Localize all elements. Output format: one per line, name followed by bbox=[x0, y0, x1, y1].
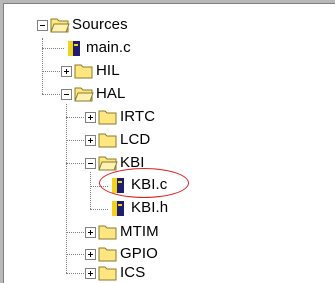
folder-open-icon bbox=[74, 87, 94, 102]
project-tree-panel: Sources main.c HIL HAL IRTC LCD KBI KBI.… bbox=[0, 0, 335, 283]
tree-line bbox=[42, 48, 64, 49]
folder-icon bbox=[74, 64, 93, 79]
tree-line bbox=[66, 104, 67, 273]
tree-node-ics[interactable]: ICS bbox=[120, 264, 145, 282]
lcd-expand-toggle[interactable] bbox=[85, 135, 96, 146]
tree-line bbox=[90, 209, 108, 210]
tree-line bbox=[42, 38, 43, 94]
tree-node-gpio[interactable]: GPIO bbox=[120, 245, 158, 263]
tree-node-kbi-h[interactable]: KBI.h bbox=[131, 199, 168, 217]
hal-collapse-toggle[interactable] bbox=[61, 89, 72, 100]
folder-open-icon bbox=[50, 18, 70, 33]
folder-icon bbox=[98, 225, 117, 240]
sources-collapse-toggle[interactable] bbox=[37, 20, 48, 31]
tree-node-lcd[interactable]: LCD bbox=[120, 131, 150, 149]
folder-icon bbox=[98, 266, 117, 281]
tree-line bbox=[90, 172, 91, 209]
mtim-expand-toggle[interactable] bbox=[85, 227, 96, 238]
tree-node-hal[interactable]: HAL bbox=[96, 85, 125, 103]
folder-open-icon bbox=[98, 156, 118, 171]
folder-icon bbox=[98, 110, 117, 125]
gpio-expand-toggle[interactable] bbox=[85, 249, 96, 260]
tree-node-main-c[interactable]: main.c bbox=[86, 39, 131, 57]
folder-icon bbox=[98, 247, 117, 262]
tree-node-mtim[interactable]: MTIM bbox=[120, 223, 159, 241]
tree-node-sources[interactable]: Sources bbox=[72, 16, 128, 34]
irtc-expand-toggle[interactable] bbox=[85, 112, 96, 123]
tree-node-hil[interactable]: HIL bbox=[96, 62, 120, 80]
source-file-icon bbox=[112, 201, 124, 216]
panel-border-left-inner bbox=[3, 3, 4, 283]
panel-border-top-inner bbox=[0, 3, 335, 4]
hil-expand-toggle[interactable] bbox=[61, 66, 72, 77]
source-file-icon bbox=[68, 41, 80, 56]
tree-node-irtc[interactable]: IRTC bbox=[120, 108, 155, 126]
highlight-ring bbox=[99, 168, 189, 198]
folder-icon bbox=[98, 133, 117, 148]
kbi-collapse-toggle[interactable] bbox=[85, 158, 96, 169]
ics-expand-toggle[interactable] bbox=[85, 268, 96, 279]
